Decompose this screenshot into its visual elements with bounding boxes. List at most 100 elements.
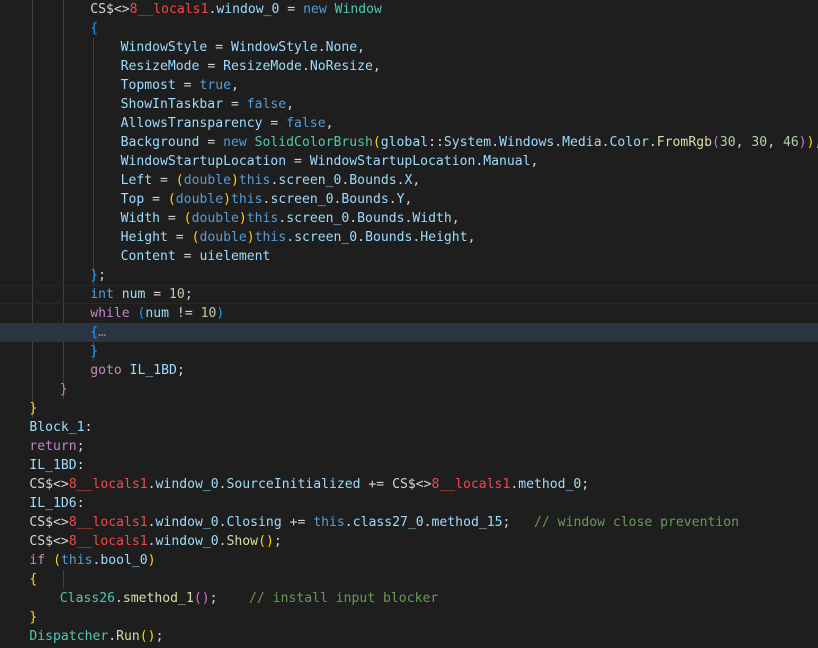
code-token: SolidColorBrush xyxy=(254,135,373,150)
code-token: ) xyxy=(798,135,807,150)
code-line[interactable]: Block_1: xyxy=(0,418,818,437)
code-line[interactable]: Left = (double)this.screen_0.Bounds.X, xyxy=(0,171,818,190)
code-editor[interactable]: CS$<>8__locals1.window_0 = new Window { Wi… xyxy=(0,0,818,648)
code-token: Bounds xyxy=(365,230,413,245)
code-token: 8 xyxy=(129,2,138,17)
code-token: window_0 xyxy=(216,2,280,17)
code-line[interactable]: Height = (double)this.screen_0.Bounds.He… xyxy=(0,228,818,247)
code-token: = xyxy=(167,230,192,245)
code-token: 8 xyxy=(68,477,77,492)
code-line[interactable]: goto IL_1BD; xyxy=(0,361,818,380)
folded-region-ellipsis[interactable]: … xyxy=(98,325,106,340)
code-line[interactable]: } xyxy=(0,399,818,418)
code-token: :: xyxy=(428,135,444,150)
code-token: screen_0 xyxy=(294,230,358,245)
code-line[interactable]: }; xyxy=(0,266,818,285)
code-line[interactable]: CS$<>8__locals1.window_0.Closing += this… xyxy=(0,513,818,532)
code-token: { xyxy=(90,325,99,340)
code-token: () xyxy=(258,534,274,549)
code-line[interactable]: Width = (double)this.screen_0.Bounds.Wid… xyxy=(0,209,818,228)
code-token: . xyxy=(147,534,156,549)
code-token: . xyxy=(317,40,326,55)
code-line[interactable]: Topmost = true, xyxy=(0,76,818,95)
code-line[interactable]: AllowsTransparency = false, xyxy=(0,114,818,133)
code-token: ShowInTaskbar xyxy=(120,97,224,112)
code-line[interactable]: WindowStartupLocation = WindowStartupLoc… xyxy=(0,152,818,171)
code-token: Block_1 xyxy=(29,420,85,435)
code-token: = xyxy=(144,192,168,207)
code-token: global xyxy=(380,135,429,150)
code-token: = xyxy=(207,40,231,55)
code-token: Media xyxy=(562,135,602,150)
code-line[interactable]: } xyxy=(0,342,818,361)
code-line[interactable]: if (this.bool_0) xyxy=(0,551,818,570)
code-token: WindowStyle xyxy=(120,40,208,55)
code-line[interactable]: CS$<>8__locals1.window_0 = new Window xyxy=(0,0,818,19)
code-token: this xyxy=(313,515,345,530)
code-token: int xyxy=(90,287,114,302)
code-token: += CS$<> xyxy=(360,477,432,492)
code-token: num xyxy=(121,287,146,302)
code-token: Bounds xyxy=(357,211,405,226)
code-token: screen_0 xyxy=(286,211,350,226)
code-line[interactable]: IL_1D6: xyxy=(0,494,818,513)
code-token: . xyxy=(554,135,563,150)
code-token: . xyxy=(147,477,156,492)
code-token: 10 xyxy=(200,306,217,321)
code-token: FromRgb xyxy=(656,135,712,150)
code-line[interactable]: } xyxy=(0,380,818,399)
code-line[interactable]: CS$<>8__locals1.window_0.Show(); xyxy=(0,532,818,551)
code-token: double xyxy=(199,230,247,245)
code-token: , xyxy=(325,116,334,131)
code-line[interactable]: while (num != 10) xyxy=(0,304,818,323)
code-token: } xyxy=(90,268,99,283)
code-token: ; xyxy=(176,363,185,378)
code-token: Show xyxy=(226,534,259,549)
code-token: WindowStyle xyxy=(230,40,318,55)
code-token: { xyxy=(90,21,99,36)
code-line[interactable]: CS$<>8__locals1.window_0.SourceInitializ… xyxy=(0,475,818,494)
code-line[interactable]: ShowInTaskbar = false, xyxy=(0,95,818,114)
code-line[interactable]: WindowStyle = WindowStyle.None, xyxy=(0,38,818,57)
code-token: Background xyxy=(120,135,200,150)
code-token: Dispatcher xyxy=(29,629,109,644)
code-token: method_15 xyxy=(431,515,503,530)
code-token: 10 xyxy=(169,287,185,302)
code-token: IL_1BD xyxy=(29,458,77,473)
code-token: Height xyxy=(120,230,168,245)
code-token: . xyxy=(114,591,123,606)
code-line[interactable]: { xyxy=(0,570,818,589)
code-token: . xyxy=(286,230,295,245)
code-token: 46 xyxy=(782,135,799,150)
code-line[interactable]: Class26.smethod_1(); // install input bl… xyxy=(0,589,818,608)
code-line[interactable]: ResizeMode = ResizeMode.NoResize, xyxy=(0,57,818,76)
code-token: , xyxy=(735,135,752,150)
code-token: goto xyxy=(90,363,122,378)
code-token: 8 xyxy=(68,515,77,530)
code-token: IL_1D6 xyxy=(29,496,77,511)
code-line[interactable]: {… xyxy=(0,323,818,342)
code-line[interactable]: Background = new SolidColorBrush(global:… xyxy=(0,133,818,152)
code-token: num xyxy=(145,306,170,321)
code-line[interactable]: { xyxy=(0,19,818,38)
code-line[interactable]: Dispatcher.Run(); xyxy=(0,627,818,646)
code-line[interactable]: Top = (double)this.screen_0.Bounds.Y, xyxy=(0,190,818,209)
code-line[interactable]: } xyxy=(0,608,818,627)
code-line[interactable]: IL_1BD: xyxy=(0,456,818,475)
code-token: ; xyxy=(155,629,164,644)
code-token: CS$<> xyxy=(29,515,69,530)
code-token: __locals1 xyxy=(76,477,148,492)
code-token: Windows xyxy=(499,135,555,150)
code-token: ) xyxy=(147,553,156,568)
code-token: , xyxy=(412,173,421,188)
code-line[interactable]: int num = 10; xyxy=(0,285,818,304)
code-token: . xyxy=(388,192,397,207)
code-token: Content xyxy=(120,249,176,264)
code-token: __locals1 xyxy=(76,515,148,530)
code-token: this xyxy=(60,553,93,568)
code-line[interactable]: return; xyxy=(0,437,818,456)
code-token: = xyxy=(279,2,304,17)
code-line[interactable]: Content = uielement xyxy=(0,247,818,266)
